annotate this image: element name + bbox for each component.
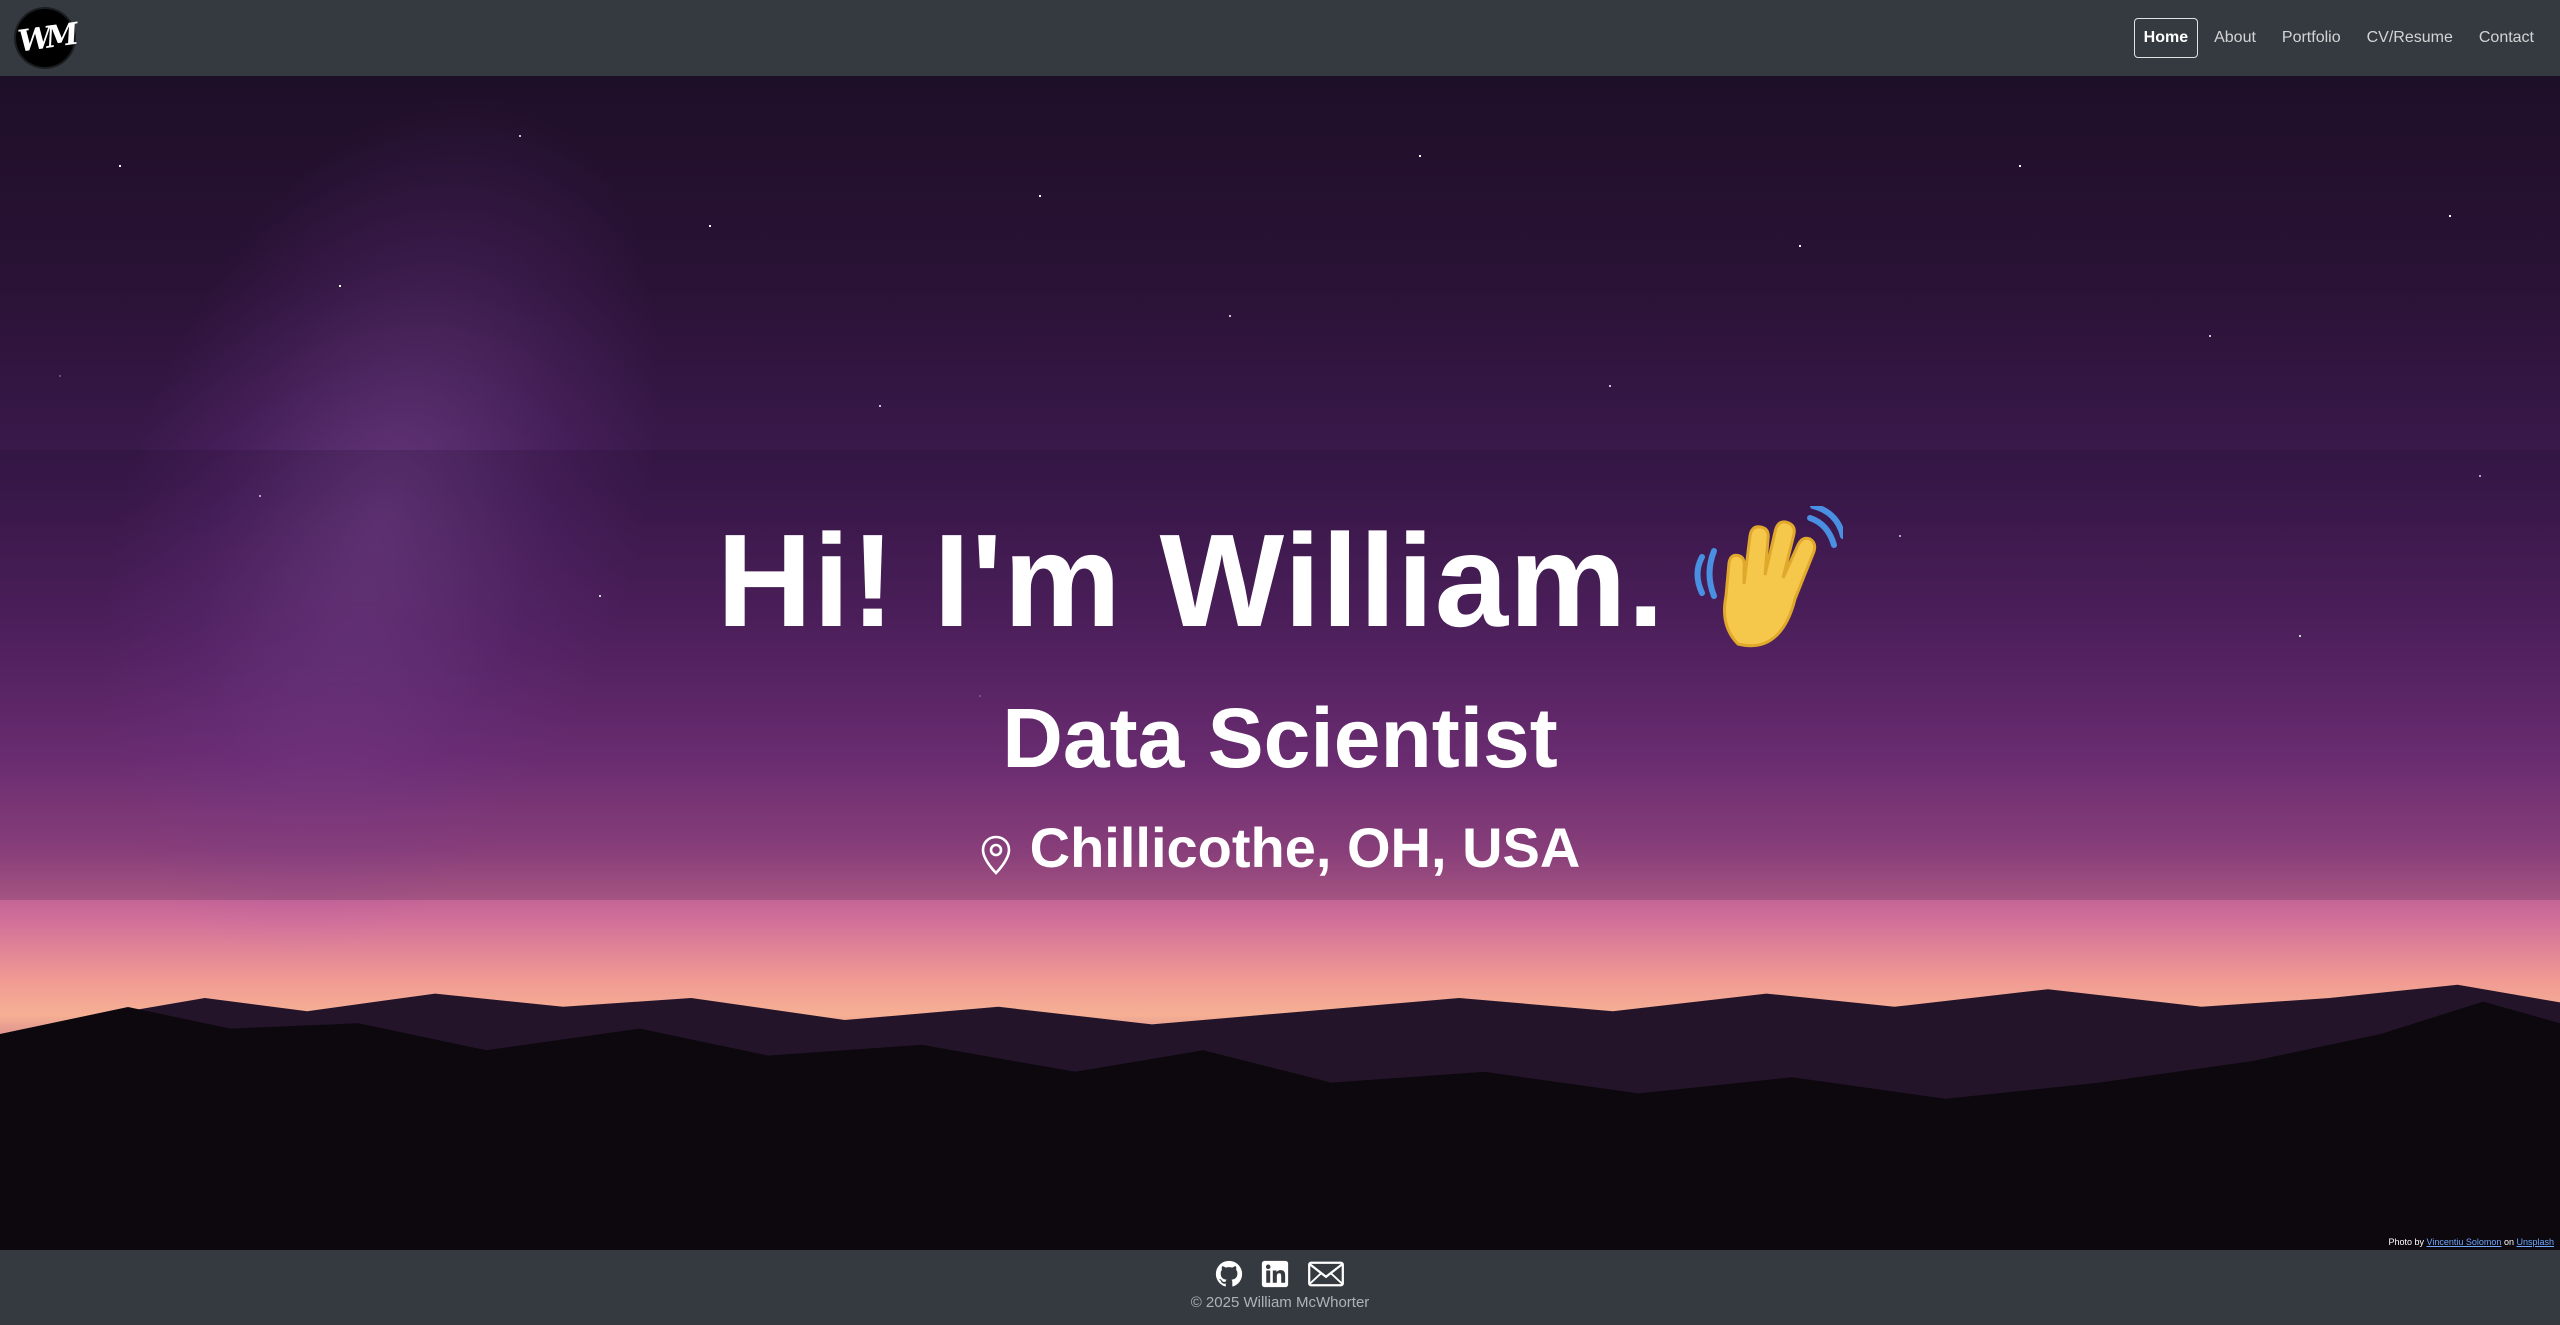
github-icon[interactable] (1215, 1260, 1243, 1288)
photo-credit-middle: on (2503, 1237, 2514, 1247)
nav-links: Home About Portfolio CV/Resume Contact (2133, 18, 2544, 58)
location-text: Chillicothe, OH, USA (1029, 816, 1581, 879)
photo-credit-prefix: Photo by (2388, 1237, 2425, 1247)
site-logo[interactable]: WM (15, 9, 75, 67)
map-pin-icon (980, 828, 1012, 875)
hero-section: Hi! I'm William. Data Scientist Chillico… (0, 76, 2560, 1250)
hero-content: Hi! I'm William. Data Scientist Chillico… (0, 450, 2560, 900)
nav-about-link[interactable]: About (2204, 19, 2266, 57)
footer: © 2025 William McWhorter (0, 1250, 2560, 1325)
nav-contact-link[interactable]: Contact (2469, 19, 2544, 57)
unsplash-link[interactable]: Unsplash (2516, 1237, 2554, 1247)
linkedin-icon[interactable] (1261, 1260, 1289, 1288)
hero-subtitle: Data Scientist (1002, 691, 1558, 785)
logo-text: WM (15, 16, 75, 60)
hero-location: Chillicothe, OH, USA (980, 816, 1581, 879)
hero-title-row: Hi! I'm William. (716, 503, 1847, 656)
navbar: WM Home About Portfolio CV/Resume Contac… (0, 0, 2560, 76)
copyright-text: © 2025 William McWhorter (1190, 1294, 1370, 1311)
nav-portfolio-link[interactable]: Portfolio (2272, 19, 2351, 57)
social-links (1215, 1260, 1345, 1288)
waving-hand-icon (1693, 503, 1847, 656)
nav-cv-resume-link[interactable]: CV/Resume (2357, 19, 2463, 57)
photo-credit: Photo by Vincentiu Solomon on Unsplash (2388, 1237, 2554, 1247)
photo-author-link[interactable]: Vincentiu Solomon (2427, 1237, 2502, 1247)
nav-home-link[interactable]: Home (2133, 18, 2199, 58)
email-icon[interactable] (1307, 1260, 1345, 1288)
hero-title: Hi! I'm William. (716, 507, 1666, 654)
